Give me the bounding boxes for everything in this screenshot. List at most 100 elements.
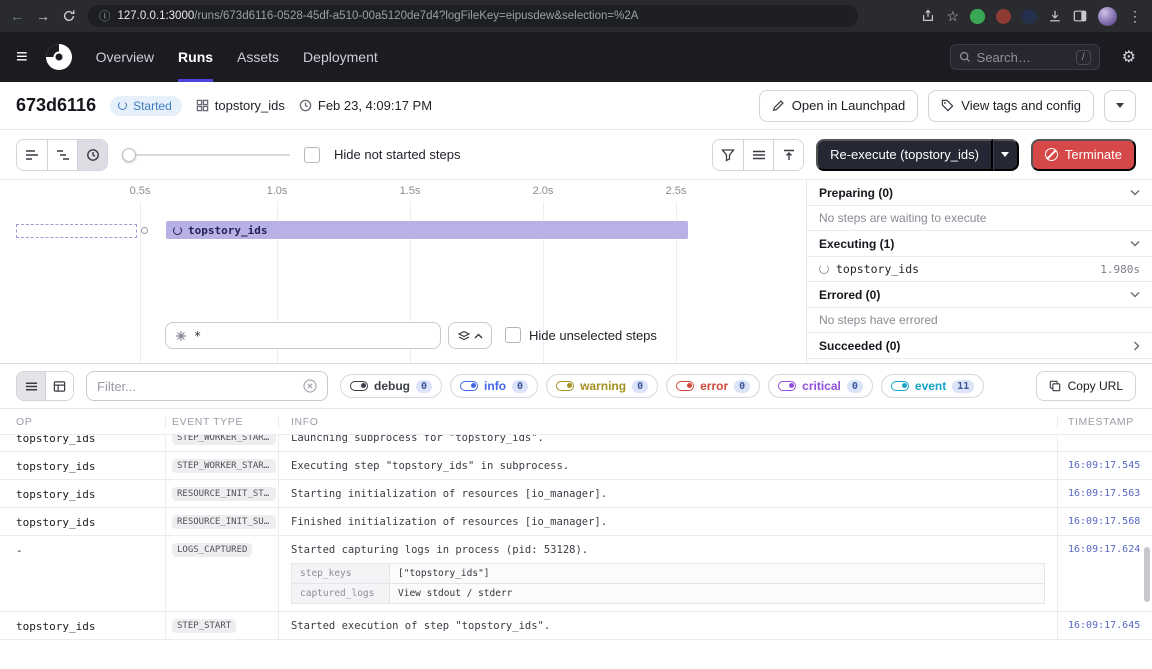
chip-error[interactable]: error 0 <box>666 374 760 398</box>
gantt-chart: 0.5s 1.0s 1.5s 2.0s 2.5s topstory_ids Hi… <box>0 180 806 363</box>
chip-critical[interactable]: critical 0 <box>768 374 873 398</box>
log-timestamp[interactable]: 16:09:17.545 <box>1058 452 1152 479</box>
log-timestamp[interactable]: 16:09:17.568 <box>1058 508 1152 535</box>
copy-url-button[interactable]: Copy URL <box>1036 371 1136 401</box>
browser-menu-icon[interactable]: ⋮ <box>1128 9 1142 23</box>
extension-green-icon[interactable] <box>970 9 985 24</box>
log-timestamp[interactable] <box>1058 435 1152 451</box>
view-timed-button[interactable] <box>77 140 107 170</box>
metadata-key: step_keys <box>292 564 390 583</box>
browser-back-icon[interactable]: ← <box>10 9 24 23</box>
chip-event[interactable]: event 11 <box>881 374 984 398</box>
preparing-section-header[interactable]: Preparing (0) <box>807 180 1152 206</box>
site-info-icon[interactable]: ⓘ <box>99 8 111 24</box>
header-op: OP <box>0 416 166 428</box>
view-tags-config-button[interactable]: View tags and config <box>928 90 1094 122</box>
step-query-presets-button[interactable] <box>448 322 492 349</box>
executing-step-name[interactable]: topstory_ids <box>836 262 919 276</box>
reexecute-options-button[interactable] <box>993 139 1019 171</box>
extension-paw-icon[interactable] <box>1022 9 1037 24</box>
gridline <box>140 202 141 363</box>
log-structured-view-button[interactable] <box>45 372 73 400</box>
log-table: OP EVENT TYPE INFO TIMESTAMP topstory_id… <box>0 408 1152 669</box>
log-filter-field[interactable] <box>86 371 328 401</box>
executing-section-header[interactable]: Executing (1) <box>807 231 1152 257</box>
captured-logs-link[interactable]: View stdout / stderr <box>390 584 520 603</box>
extension-red-icon[interactable] <box>996 9 1011 24</box>
nav-item-deployment[interactable]: Deployment <box>303 32 378 82</box>
global-search[interactable]: / <box>950 44 1100 70</box>
browser-reload-icon[interactable] <box>62 9 76 23</box>
reexecute-button[interactable]: Re-execute (topstory_ids) <box>816 139 993 171</box>
run-more-actions-button[interactable] <box>1104 90 1136 122</box>
errored-section-header[interactable]: Errored (0) <box>807 282 1152 308</box>
chevron-down-icon <box>1130 240 1140 247</box>
header-event-type: EVENT TYPE <box>166 416 279 428</box>
log-row[interactable]: topstory_ids STEP_WORKER_STARTED Executi… <box>0 452 1152 480</box>
view-waterfall-button[interactable] <box>47 140 77 170</box>
filter-funnel-button[interactable] <box>713 140 743 170</box>
chevron-down-icon <box>1116 103 1124 108</box>
nav-hamburger-icon[interactable]: ≡ <box>16 46 28 69</box>
event-type-badge: STEP_WORKER_STARTED <box>172 459 276 473</box>
chip-warning[interactable]: warning 0 <box>546 374 658 398</box>
view-flat-button[interactable] <box>17 140 47 170</box>
share-icon[interactable] <box>921 9 935 23</box>
header-timestamp: TIMESTAMP <box>1058 416 1152 428</box>
log-row[interactable]: - LOGS_CAPTURED Started capturing logs i… <box>0 536 1152 612</box>
job-name-chip[interactable]: topstory_ids <box>196 98 285 113</box>
browser-forward-icon[interactable]: → <box>36 9 50 23</box>
hide-unselected-label: Hide unselected steps <box>529 328 657 343</box>
toggle-icon <box>556 381 574 391</box>
browser-profile-avatar[interactable] <box>1098 7 1117 26</box>
metadata-row: step_keys ["topstory_ids"] <box>292 564 1044 584</box>
pencil-icon <box>772 99 785 112</box>
succeeded-section-header[interactable]: Succeeded (0) <box>807 333 1152 359</box>
gantt-zoom-slider[interactable] <box>122 154 290 156</box>
downloads-icon[interactable] <box>1048 9 1062 23</box>
gantt-toolbar: Hide not started steps Re-execute (topst… <box>0 130 1152 180</box>
log-toolbar: debug 0 info 0 warning 0 error 0 critica… <box>0 364 1152 408</box>
log-row[interactable]: topstory_ids RESOURCE_INIT_STARTED Start… <box>0 480 1152 508</box>
log-row[interactable]: topstory_ids RESOURCE_INIT_SUCCESS Finis… <box>0 508 1152 536</box>
chevron-right-icon <box>1133 341 1140 351</box>
nav-item-runs[interactable]: Runs <box>178 32 213 82</box>
chevron-down-icon <box>1130 189 1140 196</box>
log-list-view-button[interactable] <box>17 372 45 400</box>
log-timestamp[interactable]: 16:09:17.563 <box>1058 480 1152 507</box>
log-timestamp[interactable]: 16:09:17.624 <box>1058 536 1152 611</box>
slider-knob[interactable] <box>122 148 136 162</box>
slider-track <box>122 154 290 156</box>
log-filter-input[interactable] <box>97 379 297 394</box>
clear-filter-icon[interactable] <box>303 379 317 393</box>
log-scrollbar-thumb[interactable] <box>1144 547 1150 602</box>
step-query-input[interactable] <box>194 329 431 343</box>
row-density-button[interactable] <box>743 140 773 170</box>
search-icon <box>959 51 971 63</box>
gantt-step-bar[interactable]: topstory_ids <box>166 221 688 239</box>
chip-info[interactable]: info 0 <box>450 374 538 398</box>
log-row[interactable]: topstory_ids STEP_START Started executio… <box>0 612 1152 640</box>
copy-icon <box>1049 380 1061 392</box>
search-input[interactable] <box>977 50 1070 65</box>
metadata-key: captured_logs <box>292 584 390 603</box>
settings-gear-icon[interactable]: ⚙ <box>1122 47 1136 67</box>
nav-item-assets[interactable]: Assets <box>237 32 279 82</box>
dagster-logo[interactable] <box>44 42 74 72</box>
bookmark-star-icon[interactable]: ☆ <box>946 9 959 23</box>
hide-not-started-checkbox[interactable] <box>304 147 320 163</box>
open-in-launchpad-button[interactable]: Open in Launchpad <box>759 90 918 122</box>
hide-unselected-checkbox[interactable] <box>505 327 521 343</box>
terminate-button[interactable]: Terminate <box>1031 139 1136 171</box>
side-panel-icon[interactable] <box>1073 9 1087 23</box>
collapse-all-button[interactable] <box>773 140 803 170</box>
step-query-field[interactable] <box>165 322 441 349</box>
chip-debug[interactable]: debug 0 <box>340 374 442 398</box>
log-metadata-table: step_keys ["topstory_ids"] captured_logs… <box>291 563 1045 604</box>
gantt-minimap-box[interactable] <box>16 224 137 238</box>
gantt-options-group <box>712 139 804 171</box>
nav-item-overview[interactable]: Overview <box>96 32 154 82</box>
address-bar[interactable]: ⓘ 127.0.0.1:3000/runs/673d6116-0528-45df… <box>88 5 858 27</box>
log-timestamp[interactable]: 16:09:17.645 <box>1058 612 1152 639</box>
log-row[interactable]: topstory_ids STEP_WORKER_STARTING Launch… <box>0 435 1152 452</box>
